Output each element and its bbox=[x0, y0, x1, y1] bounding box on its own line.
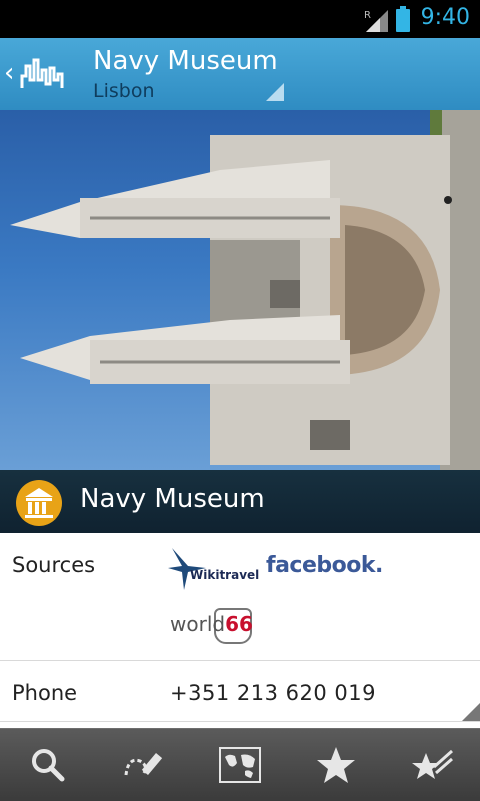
dropdown-corner-icon[interactable] bbox=[462, 703, 480, 721]
tab-map[interactable] bbox=[192, 729, 288, 801]
wikitravel-link[interactable]: Wikitravel bbox=[168, 546, 259, 592]
chevron-left-icon[interactable]: ‹ bbox=[4, 60, 14, 86]
hero-photo[interactable] bbox=[0, 110, 480, 470]
clock: 9:40 bbox=[420, 5, 470, 30]
action-bar: ‹ Navy Museum Lisbon bbox=[0, 38, 480, 111]
page-subtitle[interactable]: Lisbon bbox=[93, 80, 155, 102]
star-icon bbox=[317, 747, 355, 783]
wikitravel-label: Wikitravel bbox=[190, 568, 260, 582]
map-icon bbox=[219, 747, 261, 783]
route-edit-icon bbox=[124, 753, 163, 776]
sources-row: Sources Wikitravel facebook. world66 bbox=[0, 533, 480, 661]
phone-value[interactable]: +351 213 620 019 bbox=[170, 681, 376, 705]
status-bar: R 9:40 bbox=[0, 0, 480, 38]
network-indicator: R bbox=[364, 10, 371, 21]
battery-icon bbox=[396, 6, 410, 32]
tab-starred-places[interactable] bbox=[384, 729, 480, 801]
world66-prefix: world bbox=[170, 612, 226, 636]
phone-label: Phone bbox=[12, 681, 78, 705]
world66-number: 66 bbox=[225, 612, 253, 636]
tab-search[interactable] bbox=[0, 729, 96, 801]
dropdown-corner-icon[interactable] bbox=[266, 83, 284, 101]
phone-row[interactable]: Phone +351 213 620 019 bbox=[0, 661, 480, 722]
bottom-toolbar bbox=[0, 728, 480, 801]
tab-favorites[interactable] bbox=[288, 729, 384, 801]
page-title: Navy Museum bbox=[93, 46, 278, 76]
world66-label: world66 bbox=[170, 612, 253, 636]
signal-icon: R bbox=[364, 10, 388, 32]
city-skyline-logo[interactable] bbox=[20, 56, 70, 90]
museum-building-illustration bbox=[10, 110, 480, 470]
museum-icon bbox=[16, 480, 62, 526]
starred-places-icon bbox=[412, 749, 453, 779]
place-header: Navy Museum bbox=[0, 470, 480, 533]
search-icon bbox=[32, 749, 65, 782]
sources-label: Sources bbox=[12, 553, 96, 577]
facebook-link[interactable]: facebook. bbox=[266, 553, 383, 578]
place-name: Navy Museum bbox=[80, 484, 265, 514]
world66-link[interactable]: world66 bbox=[168, 608, 253, 644]
tab-route-edit[interactable] bbox=[96, 729, 192, 801]
